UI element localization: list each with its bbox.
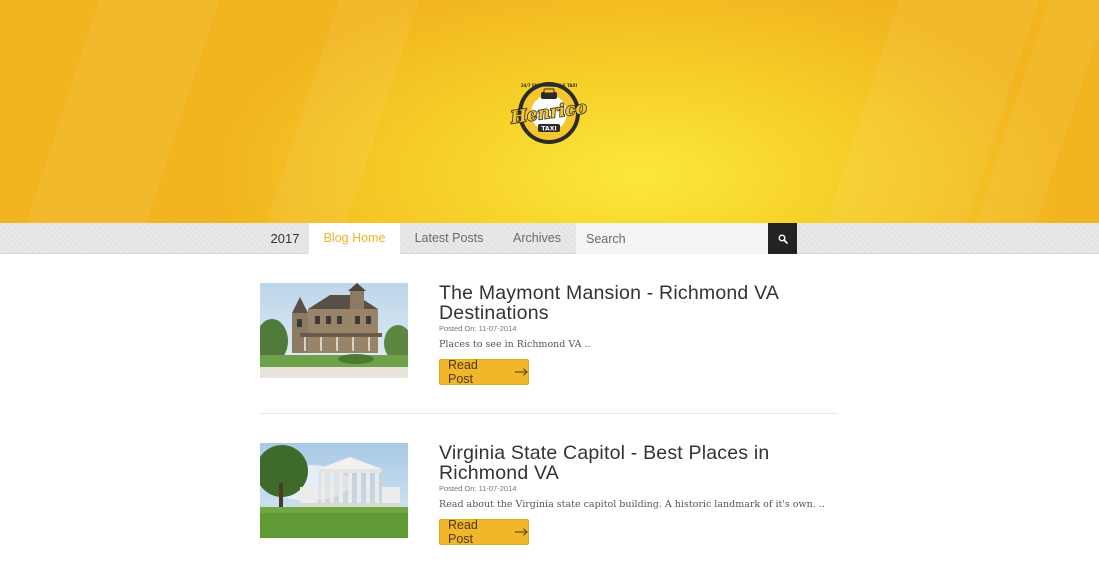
post-title[interactable]: The Maymont Mansion - Richmond VA Destin…: [439, 283, 839, 323]
search-icon: [778, 234, 788, 244]
post-thumbnail-maymont-mansion[interactable]: [260, 283, 408, 378]
post-excerpt: Read about the Virginia state capitol bu…: [439, 499, 825, 510]
read-post-button[interactable]: Read Post: [439, 518, 529, 546]
post-title[interactable]: Virginia State Capitol - Best Places in …: [439, 443, 839, 483]
hero-banner: 24/7 FAST RELIABLE TAXI Henrico TAXI: [0, 0, 1099, 223]
arrow-right-icon: [515, 528, 528, 536]
nav-latest-posts[interactable]: Latest Posts: [400, 223, 498, 254]
nav-blog-home-label: Blog Home: [323, 231, 386, 245]
search-button[interactable]: [768, 223, 797, 254]
nav-archives[interactable]: Archives: [498, 223, 576, 254]
read-post-label: Read Post: [448, 358, 478, 386]
active-caret-icon: [348, 254, 360, 260]
read-post-label: Read Post: [448, 518, 478, 546]
search-input[interactable]: [576, 223, 768, 254]
post-thumbnail-virginia-capitol[interactable]: [260, 443, 408, 538]
read-post-button[interactable]: Read Post: [439, 358, 529, 386]
henrico-taxi-logo[interactable]: 24/7 FAST RELIABLE TAXI Henrico TAXI: [508, 78, 590, 146]
post-divider: [260, 413, 838, 414]
logo-tagline: 24/7 FAST RELIABLE TAXI: [521, 83, 578, 88]
post-body: The Maymont Mansion - Richmond VA Destin…: [439, 283, 839, 350]
post-excerpt: Places to see in Richmond VA ..: [439, 339, 591, 350]
logo-sub: TAXI: [541, 126, 556, 133]
arrow-right-icon: [515, 368, 528, 376]
nav-blog-home[interactable]: Blog Home: [309, 223, 400, 260]
post-body: Virginia State Capitol - Best Places in …: [439, 443, 839, 510]
blog-navbar: 2017 Blog Home Latest Posts Archives: [0, 223, 1099, 260]
nav-year: 2017: [270, 231, 300, 246]
post-date: Posted On: 11-07-2014: [439, 324, 517, 333]
post-date: Posted On: 11-07-2014: [439, 484, 517, 493]
